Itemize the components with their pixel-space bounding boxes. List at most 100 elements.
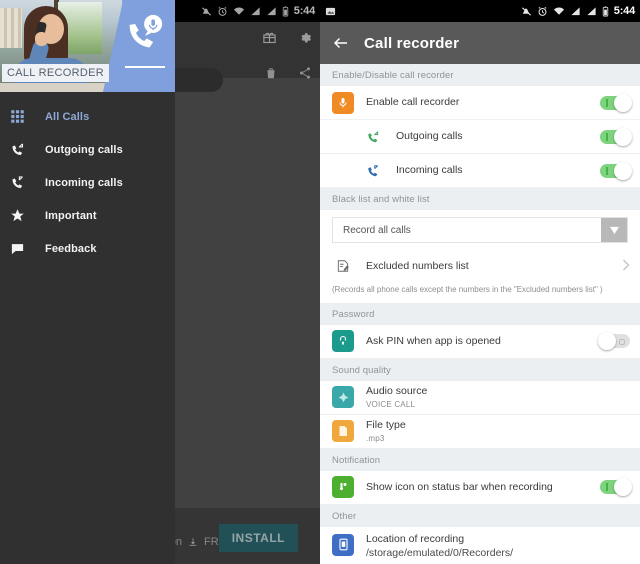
call-record-icon: [129, 14, 163, 48]
edit-list-icon: [332, 255, 354, 277]
signal-icon: [571, 6, 580, 15]
setting-row-outgoing-calls[interactable]: Outgoing calls: [320, 120, 640, 154]
sidebar-item-incoming-calls[interactable]: Incoming calls: [0, 166, 175, 199]
setting-value: /storage/emulated/0/Recorders/: [366, 546, 514, 559]
left-phone-screen: 5:44 ... illion: [0, 0, 320, 564]
location-note: [/storage/emulated/0: On a PC, this loca…: [320, 560, 640, 564]
row-label-wrap: Incoming calls: [396, 163, 600, 177]
row-label-wrap: Ask PIN when app is opened: [366, 334, 600, 348]
sidebar-item-important[interactable]: Important: [0, 199, 175, 232]
file-type-icon: [332, 420, 354, 443]
row-label-wrap: Enable call recorder: [366, 95, 600, 109]
setting-row-audio-source[interactable]: Audio source VOICE CALL: [320, 380, 640, 415]
row-label-wrap: Outgoing calls: [396, 129, 600, 143]
record-mode-select[interactable]: Record all calls: [332, 217, 628, 243]
setting-value: .mp3: [366, 433, 385, 443]
outgoing-call-icon: [362, 126, 384, 148]
status-bar-system-icons: 5:44: [521, 5, 635, 17]
sidebar-item-label: Feedback: [45, 242, 97, 255]
sidebar-item-label: All Calls: [45, 110, 90, 123]
page-title: Call recorder: [364, 34, 460, 52]
setting-label: Enable call recorder: [366, 96, 460, 109]
section-header-sound-quality: Sound quality: [320, 358, 640, 381]
toggle-knob: [598, 332, 616, 351]
toggle-knob: [614, 127, 632, 146]
section-header-enable: Enable/Disable call recorder: [320, 64, 640, 86]
star-icon: [10, 208, 36, 223]
row-label-wrap: Excluded numbers list: [366, 259, 622, 273]
no-sim-icon: [521, 6, 531, 16]
toggle-show-status-icon[interactable]: [600, 478, 632, 497]
outgoing-call-icon: [10, 142, 36, 157]
sidebar-item-outgoing-calls[interactable]: Outgoing calls: [0, 133, 175, 166]
setting-row-ask-pin[interactable]: Ask PIN when app is opened: [320, 324, 640, 359]
setting-row-show-status-icon[interactable]: Show icon on status bar when recording: [320, 470, 640, 505]
toggle-enable-call-recorder[interactable]: [600, 93, 632, 112]
chevron-right-icon: [622, 259, 630, 273]
section-header-password: Password: [320, 302, 640, 325]
section-header-notification: Notification: [320, 448, 640, 471]
banner-underline: [125, 66, 165, 68]
photo-person-hand: [35, 32, 48, 46]
app-bar: Call recorder: [320, 22, 640, 64]
sidebar-item-feedback[interactable]: Feedback: [0, 232, 175, 265]
setting-row-incoming-calls[interactable]: Incoming calls: [320, 154, 640, 188]
alarm-icon: [538, 6, 547, 16]
setting-row-file-type[interactable]: File type .mp3: [320, 414, 640, 449]
chat-icon: [10, 241, 36, 256]
setting-label: Show icon on status bar when recording: [366, 481, 553, 493]
toggle-incoming-calls[interactable]: [600, 161, 632, 180]
setting-label: Incoming calls: [396, 164, 463, 177]
row-label-wrap: File type .mp3: [366, 418, 630, 443]
section-header-black-white-list: Black list and white list: [320, 188, 640, 210]
status-bar: 5:44: [320, 0, 640, 22]
excluded-numbers-note: (Records all phone calls except the numb…: [320, 283, 640, 303]
record-mode-select-wrap: Record all calls: [320, 210, 640, 249]
setting-row-excluded-numbers-list[interactable]: Excluded numbers list: [320, 249, 640, 283]
sidebar-item-all-calls[interactable]: All Calls: [0, 100, 175, 133]
dropdown-arrow-icon[interactable]: [601, 218, 627, 242]
toggle-ask-pin[interactable]: [598, 332, 630, 351]
setting-value: VOICE CALL: [366, 399, 416, 409]
status-bar-clock: 5:44: [613, 5, 635, 17]
phone-storage-icon: [332, 533, 354, 556]
row-label-wrap: Location of recording /storage/emulated/…: [366, 532, 630, 560]
setting-row-enable-call-recorder[interactable]: Enable call recorder: [320, 86, 640, 120]
toggle-outgoing-calls[interactable]: [600, 127, 632, 146]
incoming-call-icon: [362, 160, 384, 182]
battery-icon: [602, 5, 608, 16]
setting-label: File type: [366, 419, 406, 432]
toggle-knob: [614, 478, 632, 497]
microphone-icon: [332, 91, 354, 114]
drawer-nav-list: All Calls Outgoing calls Incoming calls: [0, 92, 175, 265]
navigation-drawer: CALL RECORDER All Calls Outgoing calls I…: [0, 0, 175, 564]
grid-icon: [10, 109, 36, 124]
lock-icon: [332, 330, 354, 353]
sidebar-item-label: Important: [45, 209, 97, 222]
setting-label: Audio source: [366, 385, 428, 398]
setting-label: Excluded numbers list: [366, 259, 469, 272]
setting-label: Outgoing calls: [396, 130, 463, 143]
row-label-wrap: Show icon on status bar when recording: [366, 480, 600, 494]
toggle-knob: [614, 93, 632, 112]
sidebar-item-label: Incoming calls: [45, 176, 123, 189]
status-bar-icon: [332, 476, 354, 499]
back-arrow-icon[interactable]: [332, 34, 350, 52]
photo-shelf: [0, 8, 22, 48]
wifi-icon: [553, 6, 564, 15]
incoming-call-icon: [10, 175, 36, 190]
setting-label: Ask PIN when app is opened: [366, 335, 501, 347]
drawer-header-banner: CALL RECORDER: [0, 0, 175, 92]
image-icon: [325, 7, 336, 15]
toggle-knob: [614, 161, 632, 180]
section-header-other: Other: [320, 504, 640, 527]
screenshot-root: 5:44 ... illion: [0, 0, 640, 564]
audio-source-icon: [332, 386, 354, 409]
sidebar-item-label: Outgoing calls: [45, 143, 123, 156]
signal-2-icon: [587, 6, 596, 15]
status-bar-notifications: [325, 6, 521, 17]
banner-title: CALL RECORDER: [2, 64, 110, 82]
row-label-wrap: Audio source VOICE CALL: [366, 384, 630, 409]
setting-row-location-of-recording[interactable]: Location of recording /storage/emulated/…: [320, 526, 640, 561]
right-phone-screen: 5:44 Call recorder Enable/Disable call r…: [320, 0, 640, 564]
